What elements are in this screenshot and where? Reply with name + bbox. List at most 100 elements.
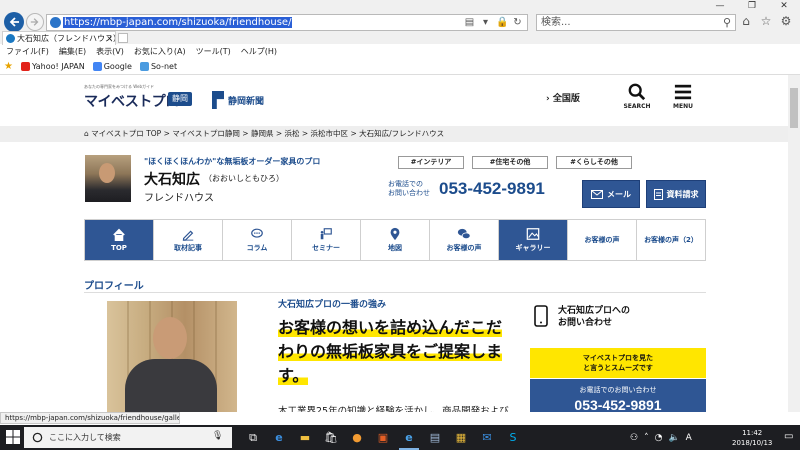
arrow-left-icon (9, 17, 19, 27)
mail-app-icon[interactable]: ✉ (474, 427, 500, 448)
menu-favorites[interactable]: お気に入り(A) (134, 45, 186, 59)
menu-view[interactable]: 表示(V) (96, 45, 124, 59)
taskbar-search[interactable]: ここに入力して検索 (24, 427, 232, 448)
chevron-right-icon: › (546, 94, 550, 104)
store-icon[interactable]: 🛍 (318, 427, 344, 448)
forward-button[interactable] (26, 13, 44, 31)
close-tab-icon[interactable]: × (106, 32, 113, 45)
new-tab-button[interactable] (118, 33, 128, 43)
cortana-icon (32, 432, 43, 443)
browser-tool-icons: ⌂ ☆ ⚙ ☺ (740, 14, 800, 28)
scrollbar-thumb[interactable] (790, 88, 798, 128)
browser-search-box[interactable]: 検索... ⚲ (536, 14, 736, 31)
tab-bar: 大石知広（フレンドハウス）:... × (0, 31, 800, 45)
compat-view-icon[interactable]: ▤ (464, 16, 475, 29)
region-badge: 静岡 (168, 92, 192, 106)
firefox-icon[interactable]: ● (344, 427, 370, 448)
people-icon[interactable]: ⚇ (630, 433, 638, 443)
media-icon[interactable]: ▦ (448, 427, 474, 448)
mail-button[interactable]: メール (582, 180, 640, 208)
clock-time: 11:42 (742, 429, 763, 437)
search-label: SEARCH (623, 103, 651, 110)
nav-tab-1[interactable]: 取材記事 (154, 220, 223, 260)
nav-tab-label: ギャラリー (515, 244, 551, 252)
system-tray: ⚇ ˄ ◔ 🔈 A (630, 427, 692, 448)
notification-icon[interactable]: ▭ (784, 431, 793, 442)
nav-tab-0[interactable]: TOP (85, 220, 154, 260)
document-request-button[interactable]: 資料請求 (646, 180, 706, 208)
favorite-sonet[interactable]: So-net (139, 62, 177, 71)
national-label: 全国版 (552, 94, 580, 104)
nav-tab-label: 地図 (388, 244, 402, 252)
url-text[interactable]: https://mbp-japan.com/shizuoka/friendhou… (63, 15, 293, 30)
contact-phone-box[interactable]: お電話でのお問い合わせ 053-452-9891 (530, 379, 706, 412)
contact-title: 大石知広プロへの お問い合わせ (558, 306, 631, 328)
close-icon[interactable]: ✕ (768, 0, 800, 12)
minimize-icon[interactable]: — (704, 0, 736, 12)
clock-date: 2018/10/13 (732, 439, 773, 447)
office-icon[interactable]: ▣ (370, 427, 396, 448)
sonet-icon (139, 62, 149, 71)
search-placeholder: 検索... (541, 17, 571, 28)
windows-start-icon[interactable] (6, 430, 20, 444)
lock-icon[interactable]: 🔒 (496, 16, 508, 29)
menu-bar: ファイル(F) 編集(E) 表示(V) お気に入り(A) ツール(T) ヘルプ(… (0, 45, 800, 59)
nav-tab-2[interactable]: コラム (223, 220, 292, 260)
tag-interior[interactable]: #インテリア (398, 156, 464, 169)
refresh-icon[interactable]: ↻ (512, 16, 523, 29)
national-link[interactable]: › 全国版 (546, 91, 580, 104)
phone-number[interactable]: 053-452-9891 (439, 179, 545, 199)
browser-tab[interactable]: 大石知広（フレンドハウス）:... × (2, 31, 116, 45)
site-logo[interactable]: マイベストプロ (84, 91, 179, 111)
internet-explorer-icon[interactable]: e (396, 427, 422, 450)
task-view-icon[interactable]: ⧉ (240, 427, 266, 448)
nav-tab-3[interactable]: セミナー (292, 220, 361, 260)
file-explorer-icon[interactable]: ▬ (292, 427, 318, 448)
nav-tab-4[interactable]: 地図 (361, 220, 430, 260)
home-icon[interactable]: ⌂ (740, 14, 752, 28)
microphone-icon[interactable]: 🎙 (212, 431, 223, 441)
breadcrumb-text[interactable]: マイベストプロ TOP > マイベストプロ静岡 > 静岡県 > 浜松 > 浜松市… (91, 129, 444, 138)
search-icon[interactable]: ⚲ (723, 16, 731, 29)
image-icon (526, 228, 540, 240)
search-dropdown-icon[interactable]: ▾ (480, 16, 491, 29)
restore-icon[interactable]: ❐ (736, 0, 768, 12)
menu-edit[interactable]: 編集(E) (59, 45, 86, 59)
document-icon (653, 188, 663, 200)
address-bar[interactable]: https://mbp-japan.com/shizuoka/friendhou… (46, 14, 528, 31)
ime-indicator[interactable]: A (686, 433, 692, 443)
nav-tab-7[interactable]: お客様の声 (568, 220, 637, 260)
gear-icon[interactable]: ⚙ (780, 14, 792, 28)
skype-icon[interactable]: S (500, 427, 526, 448)
app-window-icon[interactable]: ▤ (422, 427, 448, 448)
taskbar-clock[interactable]: 11:42 2018/10/13 (732, 428, 772, 448)
nav-tab-8[interactable]: お客様の声（2） (637, 220, 705, 260)
tag-house-other[interactable]: #住宅その他 (472, 156, 548, 169)
star-icon[interactable]: ☆ (760, 14, 772, 28)
shizuoka-shimbun-logo[interactable]: 静岡新聞 (212, 91, 264, 109)
speech-bubble-icon (251, 228, 263, 238)
contact-phone-number[interactable]: 053-452-9891 (530, 397, 706, 412)
favorites-star-icon[interactable]: ★ (4, 61, 13, 72)
edge-icon[interactable]: e (266, 427, 292, 448)
phone-label: お電話での お問い合わせ (388, 180, 430, 197)
site-search-button[interactable]: SEARCH (622, 83, 652, 110)
menu-help[interactable]: ヘルプ(H) (241, 45, 277, 59)
back-button[interactable] (4, 12, 24, 32)
menu-tools[interactable]: ツール(T) (196, 45, 231, 59)
smartphone-icon (534, 305, 548, 327)
status-bar: https://mbp-japan.com/shizuoka/friendhou… (0, 412, 180, 424)
nav-tab-5[interactable]: お客様の声 (430, 220, 499, 260)
site-menu-button[interactable]: MENU (668, 83, 698, 110)
contact-phone-label: お電話でのお問い合わせ (579, 386, 657, 394)
chevron-up-icon[interactable]: ˄ (644, 433, 649, 443)
pro-name: 大石知広 (144, 172, 200, 188)
tag-life-other[interactable]: #くらしその他 (556, 156, 632, 169)
wifi-icon[interactable]: ◔ (655, 433, 663, 443)
home-small-icon[interactable]: ⌂ (84, 129, 89, 138)
favorite-google[interactable]: Google (92, 62, 132, 71)
nav-tab-6[interactable]: ギャラリー (499, 220, 568, 260)
favorite-yahoo[interactable]: Yahoo! JAPAN (20, 62, 85, 71)
volume-icon[interactable]: 🔈 (668, 433, 679, 443)
menu-file[interactable]: ファイル(F) (6, 45, 49, 59)
